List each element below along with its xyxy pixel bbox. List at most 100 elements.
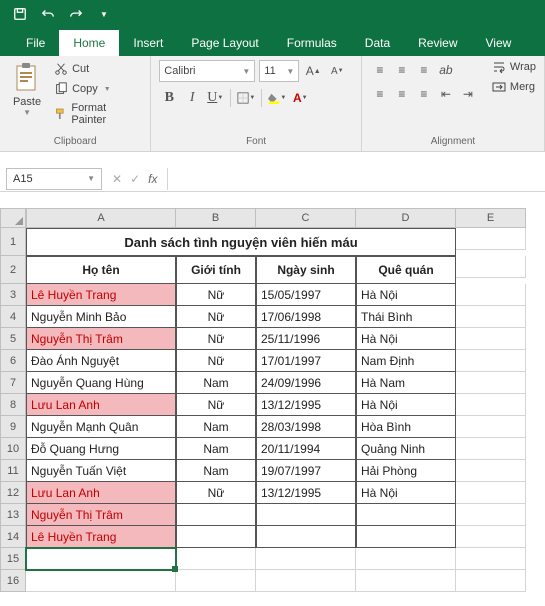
format-painter-button[interactable]: Format Painter (52, 100, 142, 128)
cell[interactable]: 17/06/1998 (256, 306, 356, 328)
cell[interactable]: Nam (176, 416, 256, 438)
cell[interactable] (176, 570, 256, 592)
row-header[interactable]: 1 (0, 228, 26, 256)
cell[interactable] (356, 504, 456, 526)
cell[interactable]: 19/07/1997 (256, 460, 356, 482)
copy-button[interactable]: Copy▼ (52, 80, 142, 98)
borders-button[interactable]: ▼ (236, 88, 256, 108)
cell[interactable] (456, 284, 526, 306)
redo-icon[interactable] (62, 2, 90, 26)
cell[interactable]: 15/05/1997 (256, 284, 356, 306)
row-header[interactable]: 2 (0, 256, 26, 284)
cell[interactable]: Nguyễn Quang Hùng (26, 372, 176, 394)
row-header[interactable]: 16 (0, 570, 26, 592)
cell[interactable] (456, 416, 526, 438)
align-left-icon[interactable]: ≡ (370, 84, 390, 104)
col-header-A[interactable]: A (26, 208, 176, 228)
align-right-icon[interactable]: ≡ (414, 84, 434, 104)
tab-review[interactable]: Review (404, 30, 471, 56)
row-header[interactable]: 6 (0, 350, 26, 372)
cell[interactable] (356, 526, 456, 548)
cell[interactable] (176, 548, 256, 570)
increase-font-icon[interactable]: A▲ (303, 61, 323, 81)
formula-input[interactable] (167, 168, 545, 190)
cell[interactable]: Thái Bình (356, 306, 456, 328)
cell[interactable]: Lê Huyền Trang (26, 284, 176, 306)
decrease-font-icon[interactable]: A▼ (327, 61, 347, 81)
align-middle-icon[interactable]: ≡ (392, 60, 412, 80)
cell[interactable]: Nguyễn Mạnh Quân (26, 416, 176, 438)
cell[interactable] (456, 328, 526, 350)
row-header[interactable]: 3 (0, 284, 26, 306)
cell[interactable] (256, 570, 356, 592)
row-header[interactable]: 8 (0, 394, 26, 416)
undo-icon[interactable] (34, 2, 62, 26)
enter-icon[interactable]: ✓ (130, 172, 140, 186)
wrap-text-button[interactable]: Wrap (492, 60, 536, 74)
cell[interactable] (256, 504, 356, 526)
cell[interactable] (456, 526, 526, 548)
worksheet-grid[interactable]: ABCDE 1Danh sách tình nguyện viên hiến m… (0, 208, 545, 592)
tab-data[interactable]: Data (351, 30, 404, 56)
cell[interactable] (356, 548, 456, 570)
row-header[interactable]: 10 (0, 438, 26, 460)
decrease-indent-icon[interactable]: ⇤ (436, 84, 456, 104)
cell[interactable]: Nữ (176, 482, 256, 504)
cell[interactable] (456, 438, 526, 460)
save-icon[interactable] (6, 2, 34, 26)
customize-qat-icon[interactable]: ▼ (90, 2, 118, 26)
merge-button[interactable]: Merg (492, 80, 536, 94)
cell[interactable] (256, 526, 356, 548)
increase-indent-icon[interactable]: ⇥ (458, 84, 478, 104)
cell[interactable]: Hà Nội (356, 328, 456, 350)
cut-button[interactable]: Cut (52, 60, 142, 78)
cell[interactable]: Nguyễn Thị Trâm (26, 504, 176, 526)
cell[interactable] (26, 570, 176, 592)
tab-file[interactable]: File (12, 30, 59, 56)
cell[interactable] (356, 570, 456, 592)
fx-icon[interactable]: fx (148, 172, 157, 186)
cell[interactable] (456, 482, 526, 504)
cell[interactable]: Nữ (176, 350, 256, 372)
cell[interactable]: 17/01/1997 (256, 350, 356, 372)
cell[interactable]: 24/09/1996 (256, 372, 356, 394)
cell[interactable]: Nam (176, 438, 256, 460)
cell[interactable]: Giới tính (176, 256, 256, 284)
cancel-icon[interactable]: ✕ (112, 172, 122, 186)
cell[interactable]: Nam Định (356, 350, 456, 372)
row-header[interactable]: 9 (0, 416, 26, 438)
cell[interactable]: Hà Nội (356, 482, 456, 504)
cell[interactable]: Lưu Lan Anh (26, 482, 176, 504)
cell[interactable]: Nữ (176, 328, 256, 350)
cell[interactable]: Nữ (176, 306, 256, 328)
row-header[interactable]: 14 (0, 526, 26, 548)
cell[interactable]: Lưu Lan Anh (26, 394, 176, 416)
align-center-icon[interactable]: ≡ (392, 84, 412, 104)
cell[interactable]: Nam (176, 372, 256, 394)
cell[interactable]: Quảng Ninh (356, 438, 456, 460)
cell[interactable] (456, 372, 526, 394)
align-bottom-icon[interactable]: ≡ (414, 60, 434, 80)
cell[interactable]: Ngày sinh (256, 256, 356, 284)
tab-home[interactable]: Home (59, 30, 119, 56)
cell[interactable]: 25/11/1996 (256, 328, 356, 350)
font-name-combo[interactable]: Calibri▼ (159, 60, 255, 82)
cell[interactable]: Quê quán (356, 256, 456, 284)
col-header-E[interactable]: E (456, 208, 526, 228)
row-header[interactable]: 4 (0, 306, 26, 328)
cell[interactable]: Nguyễn Minh Bảo (26, 306, 176, 328)
row-header[interactable]: 15 (0, 548, 26, 570)
cell[interactable]: Hà Nội (356, 284, 456, 306)
tab-view[interactable]: View (472, 30, 526, 56)
underline-button[interactable]: U▼ (205, 88, 225, 108)
cell[interactable]: 13/12/1995 (256, 394, 356, 416)
cell[interactable] (456, 228, 526, 250)
cell[interactable]: Nữ (176, 284, 256, 306)
cell[interactable] (176, 526, 256, 548)
sheet-title[interactable]: Danh sách tình nguyện viên hiến máu (26, 228, 456, 256)
paste-button[interactable]: Paste ▼ (8, 60, 46, 128)
cell[interactable] (456, 306, 526, 328)
italic-button[interactable]: I (182, 88, 202, 108)
cell[interactable]: Nữ (176, 394, 256, 416)
col-header-B[interactable]: B (176, 208, 256, 228)
